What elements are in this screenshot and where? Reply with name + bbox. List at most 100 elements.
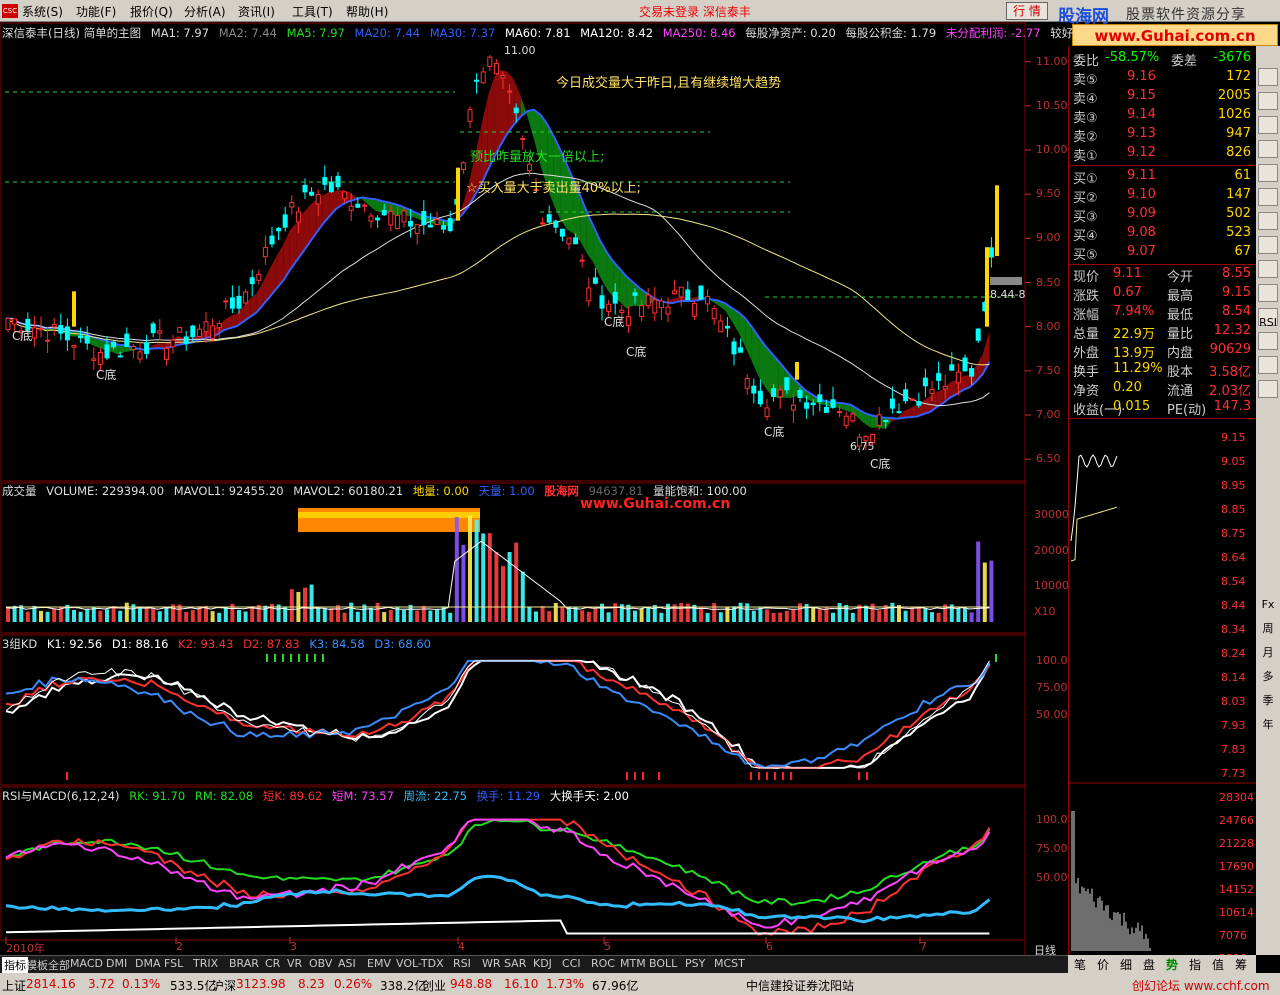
- candle-body: [58, 325, 64, 334]
- volume-bar: [349, 602, 354, 622]
- candle-body: [632, 292, 638, 296]
- candle-body: [262, 247, 268, 258]
- detail-tab-0[interactable]: 笔: [1074, 956, 1086, 973]
- short-k-value: 短K: 89.62: [262, 789, 323, 803]
- y-tick-main: 10.00: [1036, 143, 1068, 156]
- kd-signal-green: [306, 654, 308, 662]
- candle-body: [658, 300, 664, 309]
- tab-brar[interactable]: BRAR: [227, 957, 261, 970]
- tool-icon[interactable]: [1258, 68, 1278, 86]
- tab-vol-tdx[interactable]: VOL-TDX: [394, 957, 446, 970]
- candle-body: [691, 303, 697, 317]
- candle-body: [157, 330, 163, 334]
- tab-mcst[interactable]: MCST: [712, 957, 747, 970]
- tab-mtm[interactable]: MTM: [618, 957, 648, 970]
- tab-sar[interactable]: SAR: [502, 957, 528, 970]
- candle-body: [810, 402, 816, 406]
- tool-period-4[interactable]: 季: [1258, 692, 1278, 710]
- chart-area[interactable]: 深信泰丰(日线) 简单的主图 MA1: 7.97 MA2: 7.44 MA5: …: [0, 22, 1077, 957]
- menu-analysis[interactable]: 分析(A): [184, 3, 226, 20]
- tool-icon[interactable]: [1258, 188, 1278, 206]
- tool-icon[interactable]: [1258, 140, 1278, 158]
- tool-period-2[interactable]: 月: [1258, 644, 1278, 662]
- tool-icon[interactable]: [1258, 212, 1278, 230]
- volume-bar: [85, 608, 90, 622]
- candle-body: [170, 339, 176, 348]
- volume-bar: [771, 612, 776, 622]
- candle-body: [526, 163, 532, 172]
- tab-dma[interactable]: DMA: [133, 957, 163, 970]
- tab-rsi[interactable]: RSI: [451, 957, 473, 970]
- tab-asi[interactable]: ASI: [336, 957, 358, 970]
- detail-tab-6[interactable]: 值: [1212, 956, 1224, 973]
- tool-icon[interactable]: [1258, 260, 1278, 278]
- cy-change: 16.10: [504, 977, 539, 991]
- stat-value-2: 8.55: [1222, 266, 1251, 281]
- detail-tab-3[interactable]: 盘: [1143, 956, 1155, 973]
- tab-trix[interactable]: TRIX: [191, 957, 220, 970]
- tab-obv[interactable]: OBV: [307, 957, 334, 970]
- detail-tab-4[interactable]: 势: [1166, 956, 1178, 973]
- detail-tab-5[interactable]: 指: [1189, 956, 1201, 973]
- tool-period-1[interactable]: 周: [1258, 620, 1278, 638]
- volume-bar: [606, 612, 611, 622]
- tool-period-0[interactable]: Fx: [1258, 596, 1278, 614]
- tool-icon[interactable]: [1258, 92, 1278, 110]
- tab-vr[interactable]: VR: [285, 957, 304, 970]
- candle-body: [804, 402, 810, 409]
- tab-kdj[interactable]: KDJ: [531, 957, 554, 970]
- intraday-y-tick: 8.34: [1221, 623, 1246, 636]
- tool-icon[interactable]: [1258, 356, 1278, 374]
- candle-body: [929, 389, 935, 394]
- menu-function[interactable]: 功能(F): [76, 3, 116, 20]
- menu-help[interactable]: 帮助(H): [346, 3, 388, 20]
- stat-value: 0.015: [1113, 399, 1151, 414]
- tool-period-6[interactable]: RSI: [1258, 314, 1278, 332]
- menu-quote[interactable]: 报价(Q): [130, 3, 173, 20]
- tab-wr[interactable]: WR: [480, 957, 503, 970]
- volume-bar: [738, 602, 743, 622]
- rm-value: RM: 82.08: [194, 789, 254, 803]
- quote-level-label: 卖②: [1073, 130, 1098, 145]
- intraday-vol-tick: 10614: [1219, 906, 1254, 919]
- volume-bar: [989, 560, 994, 622]
- menu-info[interactable]: 资讯(I): [238, 3, 275, 20]
- candle-body: [447, 218, 453, 232]
- volume-bar: [316, 608, 321, 622]
- candle-body: [612, 291, 618, 304]
- intraday-vol-tick: 7076: [1219, 929, 1247, 942]
- tool-icon[interactable]: [1258, 284, 1278, 302]
- tool-icon[interactable]: [1258, 236, 1278, 254]
- quote-level-label: 买②: [1073, 191, 1098, 206]
- sh-value: 2814.16: [26, 977, 76, 991]
- stat-label-2: 今开: [1167, 270, 1194, 285]
- tab-emv[interactable]: EMV: [365, 957, 393, 970]
- tab-dmi[interactable]: DMI: [104, 957, 129, 970]
- tool-period-5[interactable]: 年: [1258, 716, 1278, 734]
- tab-psy[interactable]: PSY: [683, 957, 707, 970]
- tab-cci[interactable]: CCI: [560, 957, 583, 970]
- kd-signal-green: [282, 654, 284, 662]
- detail-tab-2[interactable]: 细: [1120, 956, 1132, 973]
- candle-body: [441, 225, 447, 230]
- tab-boll[interactable]: BOLL: [647, 957, 679, 970]
- stat-row: 外盘 13.9万 内盘 90629: [1071, 342, 1255, 361]
- tab-macd[interactable]: MACD: [68, 957, 105, 970]
- tab-roc[interactable]: ROC: [589, 957, 617, 970]
- tab-fsl[interactable]: FSL: [162, 957, 185, 970]
- tool-icon[interactable]: [1258, 116, 1278, 134]
- tool-icon[interactable]: [1258, 380, 1278, 398]
- menu-system[interactable]: 系统(S): [22, 3, 63, 20]
- detail-tab-7[interactable]: 筹: [1235, 956, 1247, 973]
- kd-k1-line: [5, 659, 991, 769]
- detail-tab-1[interactable]: 价: [1097, 956, 1109, 973]
- tool-icon[interactable]: [1258, 164, 1278, 182]
- quote-button[interactable]: 行 情: [1006, 2, 1048, 20]
- menu-tools[interactable]: 工具(T): [292, 3, 333, 20]
- tool-icon[interactable]: [1258, 332, 1278, 350]
- tab-cr[interactable]: CR: [263, 957, 282, 970]
- tool-period-3[interactable]: 多: [1258, 668, 1278, 686]
- candle-body: [493, 62, 499, 75]
- candle-body: [150, 323, 156, 334]
- vol-value: VOLUME: 229394.00: [46, 484, 165, 498]
